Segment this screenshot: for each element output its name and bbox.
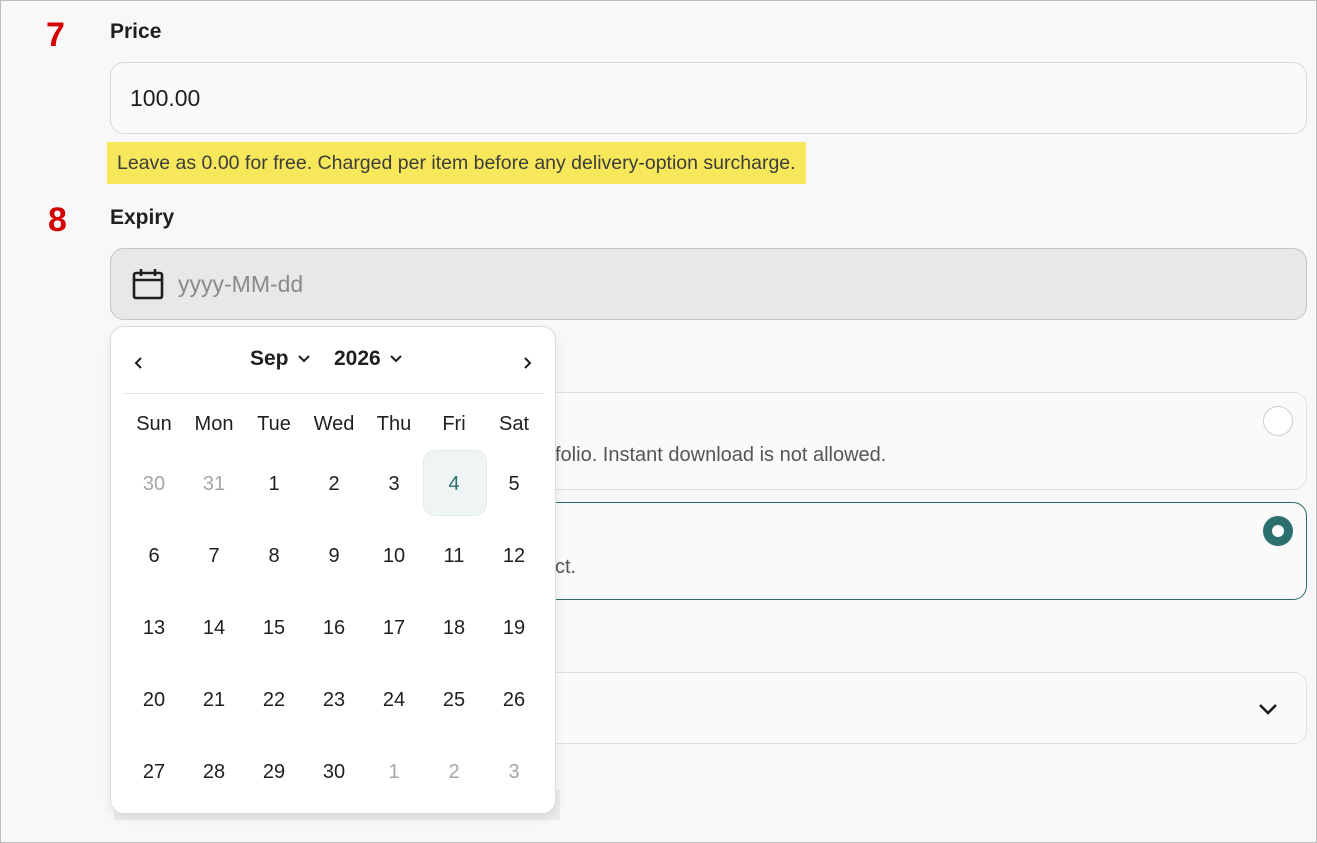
calendar-day[interactable]: 8 (244, 522, 304, 594)
price-input[interactable]: 100.00 (110, 62, 1307, 134)
year-value: 2026 (334, 347, 381, 370)
calendar-day[interactable]: 13 (124, 594, 184, 666)
calendar-day[interactable]: 25 (424, 666, 484, 738)
calendar-day[interactable]: 17 (364, 594, 424, 666)
step-number-8: 8 (48, 201, 67, 239)
calendar-header: Sep 2026 (123, 327, 543, 394)
weekday-wed: Wed (313, 413, 355, 435)
calendar-day-outside[interactable]: 1 (364, 738, 424, 810)
previous-month-button[interactable] (125, 349, 153, 377)
calendar-day[interactable]: 18 (424, 594, 484, 666)
calendar-day[interactable]: 29 (244, 738, 304, 810)
next-month-button[interactable] (513, 349, 541, 377)
expiry-label: Expiry (110, 206, 175, 229)
year-select[interactable]: 2026 (334, 347, 403, 371)
calendar-day[interactable]: 16 (304, 594, 364, 666)
calendar-day-outside[interactable]: 31 (184, 450, 244, 522)
option-2-description: ct. (555, 556, 577, 578)
calendar-day[interactable]: 28 (184, 738, 244, 810)
calendar-day[interactable]: 14 (184, 594, 244, 666)
date-picker-popup: Sep 2026 Sun Mon Tue Wed Thu Fri Sat 30 … (110, 326, 556, 814)
calendar-day[interactable]: 2 (304, 450, 364, 522)
calendar-day[interactable]: 3 (364, 450, 424, 522)
price-hint: Leave as 0.00 for free. Charged per item… (107, 142, 806, 184)
weekday-thu: Thu (376, 413, 412, 435)
weekday-sat: Sat (498, 413, 530, 435)
month-value: Sep (250, 347, 289, 370)
expiry-date-input[interactable]: yyyy-MM-dd (110, 248, 1307, 320)
calendar-day[interactable]: 1 (244, 450, 304, 522)
calendar-day[interactable]: 6 (124, 522, 184, 594)
calendar-day[interactable]: 11 (424, 522, 484, 594)
calendar-day[interactable]: 12 (484, 522, 544, 594)
calendar-day[interactable]: 24 (364, 666, 424, 738)
option-1-description: folio. Instant download is not allowed. (555, 444, 887, 466)
calendar-day[interactable]: 10 (364, 522, 424, 594)
calendar-day[interactable]: 23 (304, 666, 364, 738)
calendar-day-grid: 30 31 1 2 3 4 5 6 7 8 9 10 11 12 13 14 1… (124, 450, 544, 810)
calendar-day[interactable]: 22 (244, 666, 304, 738)
weekday-fri: Fri (442, 413, 466, 435)
weekday-mon: Mon (194, 413, 234, 435)
chevron-down-icon (390, 355, 402, 363)
calendar-icon (131, 267, 165, 301)
calendar-day[interactable]: 20 (124, 666, 184, 738)
month-select[interactable]: Sep (250, 347, 311, 371)
option-1-radio[interactable] (1263, 406, 1293, 436)
chevron-down-icon (1256, 697, 1280, 721)
calendar-day[interactable]: 19 (484, 594, 544, 666)
weekday-sun: Sun (136, 413, 172, 435)
calendar-day-today[interactable]: 4 (423, 450, 487, 522)
calendar-day[interactable]: 9 (304, 522, 364, 594)
calendar-day-outside[interactable]: 2 (424, 738, 484, 810)
calendar-day[interactable]: 5 (484, 450, 544, 522)
calendar-day[interactable]: 15 (244, 594, 304, 666)
weekday-header: Sun Mon Tue Wed Thu Fri Sat (124, 413, 544, 436)
option-2-radio-selected[interactable] (1263, 516, 1293, 546)
weekday-tue: Tue (257, 413, 291, 435)
expiry-placeholder: yyyy-MM-dd (178, 270, 304, 297)
price-value: 100.00 (130, 84, 201, 111)
step-number-7: 7 (46, 16, 65, 54)
price-hint-text: Leave as 0.00 for free. Charged per item… (117, 151, 796, 174)
calendar-day[interactable]: 21 (184, 666, 244, 738)
calendar-day-outside[interactable]: 3 (484, 738, 544, 810)
calendar-day[interactable]: 26 (484, 666, 544, 738)
calendar-day[interactable]: 7 (184, 522, 244, 594)
calendar-day[interactable]: 30 (304, 738, 364, 810)
price-label: Price (110, 20, 162, 43)
chevron-right-icon (524, 357, 532, 369)
chevron-left-icon (134, 357, 142, 369)
calendar-day-outside[interactable]: 30 (124, 450, 184, 522)
calendar-day[interactable]: 27 (124, 738, 184, 810)
chevron-down-icon (297, 355, 310, 363)
